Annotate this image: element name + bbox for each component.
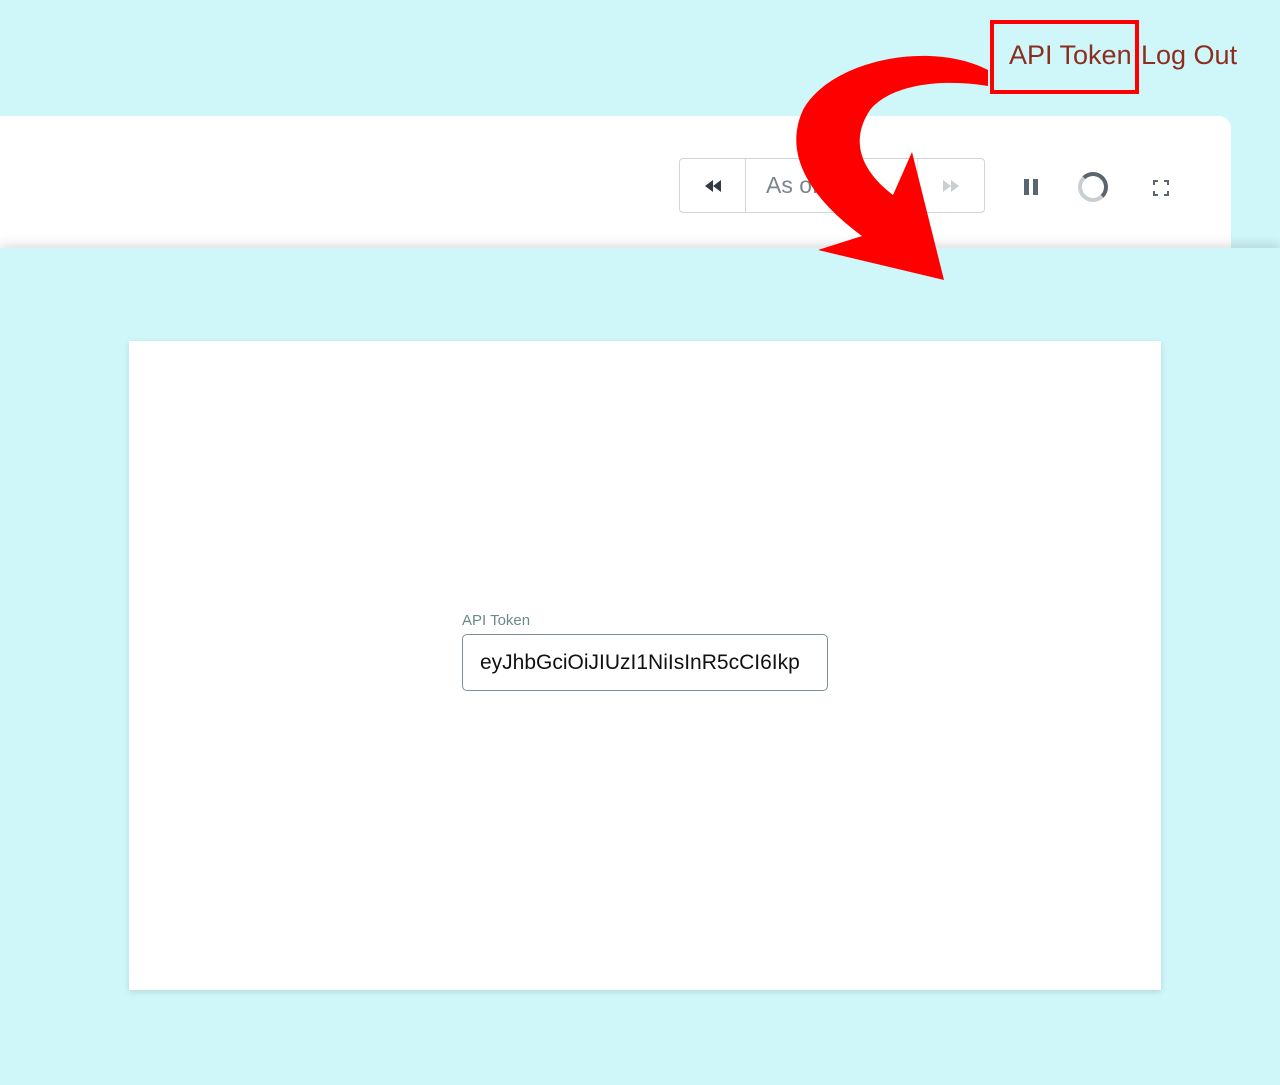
rewind-icon (704, 179, 721, 192)
logout-link[interactable]: Log Out (1141, 40, 1237, 71)
pause-icon[interactable] (1024, 179, 1040, 195)
fullscreen-icon[interactable] (1153, 180, 1169, 196)
as-of-label: As of: (766, 172, 825, 198)
fast-forward-icon (943, 179, 959, 192)
api-token-input[interactable] (462, 634, 828, 691)
dashboard-panel (0, 116, 1231, 256)
top-nav: API Token Log Out (0, 0, 1280, 115)
fast-forward-button[interactable] (918, 159, 984, 212)
page: API Token Log Out As of: API Token (0, 0, 1280, 1085)
as-of-selector[interactable]: As of: (746, 159, 918, 212)
api-token-link[interactable]: API Token (1009, 40, 1132, 71)
playback-controls: As of: (679, 158, 985, 213)
rewind-button[interactable] (680, 159, 746, 212)
api-token-field-label: API Token (462, 612, 531, 629)
loading-spinner-icon (1078, 172, 1108, 202)
